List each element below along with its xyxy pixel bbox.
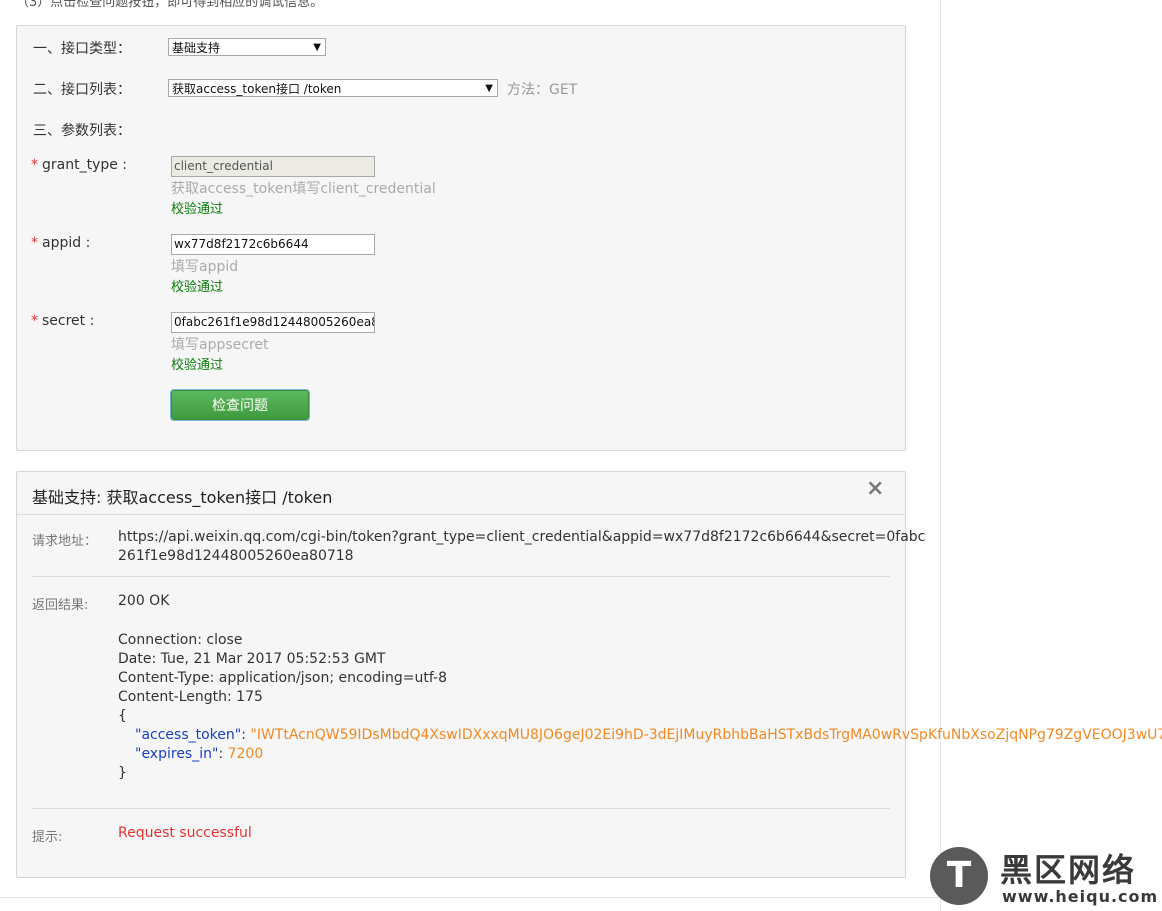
watermark-title: 黑区网络 <box>1000 851 1137 889</box>
check-problem-button[interactable]: 检查问题 <box>171 390 309 420</box>
appid-status: 校验通过 <box>171 280 224 295</box>
watermark-url: www.heiqu.com <box>1002 887 1159 906</box>
grant-type-hint: 获取access_token填写client_credential <box>171 181 436 197</box>
tip-label: 提示: <box>32 830 63 845</box>
appid-input[interactable]: wx77d8f2172c6b6644 <box>171 234 375 255</box>
param-label-grant-type: * grant_type : <box>31 157 127 173</box>
interface-type-value: 基础支持 <box>172 41 221 55</box>
header-line: Content-Length: 175 <box>118 689 263 705</box>
result-panel: 基础支持: 获取access_token接口 /token × 请求地址： ht… <box>16 471 1162 878</box>
secret-status: 校验通过 <box>171 358 224 373</box>
param-label-text: appid : <box>42 235 91 251</box>
site-watermark: T 黑区网络 www.heiqu.com <box>928 843 1162 909</box>
json-value-access-token: "IWTtAcnQW59IDsMbdQ4XswIDXxxqMU8JO6geJ02… <box>250 727 1162 743</box>
request-url-label: 请求地址： <box>32 534 98 549</box>
dropdown-arrow-icon: ▼ <box>313 42 321 53</box>
param-label-text: grant_type : <box>42 157 128 173</box>
required-mark: * <box>31 235 38 251</box>
json-close-brace: } <box>118 765 127 781</box>
param-label-secret: * secret : <box>31 313 94 329</box>
json-access-token-line: "access_token": "IWTtAcnQW59IDsMbdQ4XswI… <box>135 726 1162 745</box>
header-line: Connection: close <box>118 632 243 648</box>
status-line: 200 OK <box>118 593 170 609</box>
json-colon: : <box>218 746 228 762</box>
result-title: 基础支持: 获取access_token接口 /token <box>32 488 333 507</box>
close-icon[interactable]: × <box>866 476 884 501</box>
instruction-text: （3）点击检查问题按钮，即可得到相应的调试信息。 <box>16 0 324 10</box>
result-header: 基础支持: 获取access_token接口 /token × <box>17 472 905 515</box>
param-label-appid: * appid : <box>31 235 90 251</box>
tip-value: Request successful <box>118 825 252 841</box>
interface-type-select[interactable]: 基础支持 ▼ <box>168 38 326 56</box>
secret-input[interactable]: 0fabc261f1e98d12448005260ea807 <box>171 312 375 333</box>
result-divider <box>32 576 890 577</box>
response-label: 返回结果: <box>32 598 89 613</box>
json-key-expires-in: "expires_in" <box>135 746 219 762</box>
debug-form-panel: 一、接口类型： 基础支持 ▼ 二、接口列表： 获取access_token接口 … <box>16 25 906 451</box>
method-text: 方法：GET <box>507 82 578 98</box>
json-open-brace: { <box>118 708 127 724</box>
json-value-expires-in: 7200 <box>227 746 264 762</box>
grant-type-status: 校验通过 <box>171 202 224 217</box>
required-mark: * <box>31 313 38 329</box>
interface-list-select[interactable]: 获取access_token接口 /token ▼ <box>168 79 498 97</box>
interface-list-label: 二、接口列表： <box>33 82 131 98</box>
dropdown-arrow-icon: ▼ <box>485 83 493 94</box>
appid-hint: 填写appid <box>171 259 239 275</box>
result-divider <box>32 808 890 809</box>
request-url-line-1: https://api.weixin.qq.com/cgi-bin/token?… <box>118 529 926 545</box>
param-list-label: 三、参数列表： <box>33 123 131 139</box>
request-url-line-2: 261f1e98d12448005260ea80718 <box>118 548 354 564</box>
json-key-access-token: "access_token" <box>135 727 242 743</box>
header-line: Date: Tue, 21 Mar 2017 05:52:53 GMT <box>118 651 386 667</box>
interface-list-value: 获取access_token接口 /token <box>172 82 342 96</box>
grant-type-input: client_credential <box>171 156 375 177</box>
mushroom-logo-icon: T <box>930 847 988 905</box>
json-colon: : <box>241 727 251 743</box>
secret-hint: 填写appsecret <box>171 337 269 353</box>
page-bottom-divider <box>0 897 940 898</box>
json-expires-in-line: "expires_in": 7200 <box>135 745 263 764</box>
interface-type-label: 一、接口类型： <box>33 41 131 57</box>
param-label-text: secret : <box>42 313 95 329</box>
column-divider <box>940 0 941 911</box>
header-line: Content-Type: application/json; encoding… <box>118 670 447 686</box>
required-mark: * <box>31 157 38 173</box>
